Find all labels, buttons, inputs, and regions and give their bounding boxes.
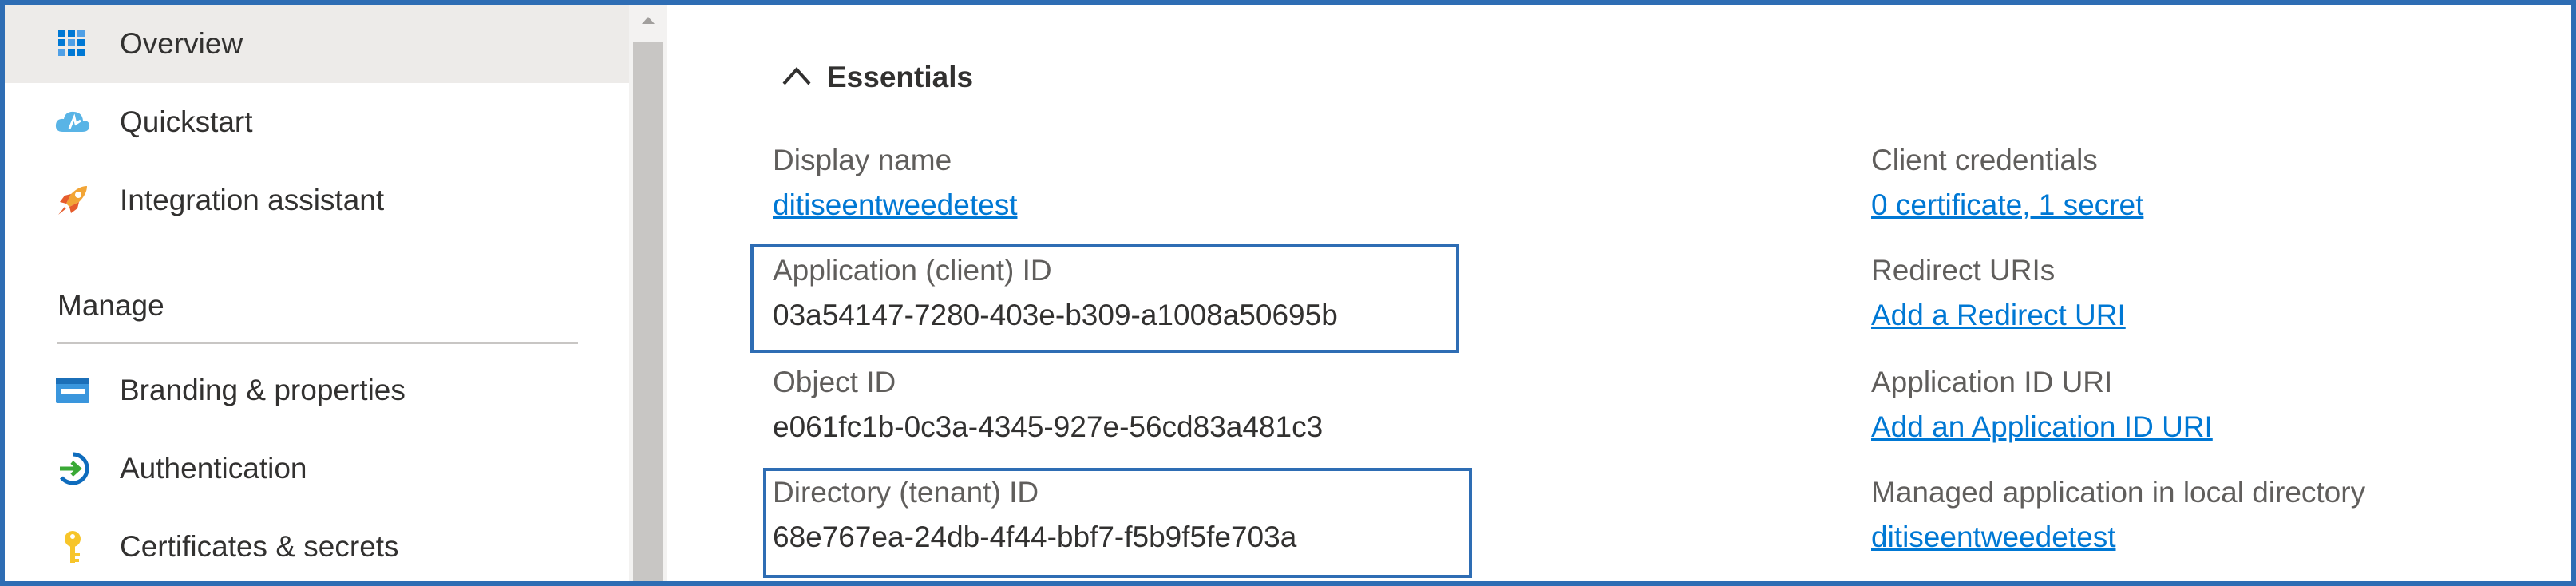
redirect-uris-link[interactable]: Add a Redirect URI — [1871, 299, 2126, 332]
section-divider — [57, 342, 578, 344]
object-id-value[interactable]: e061fc1b-0c3a-4345-927e-56cd83a481c3 — [773, 410, 1323, 444]
sidebar-item-label: Integration assistant — [120, 184, 385, 216]
scroll-up-arrow-icon[interactable] — [629, 5, 667, 35]
sidebar-item-overview[interactable]: Overview — [5, 5, 629, 83]
sidebar-item-label: Branding & properties — [120, 374, 406, 406]
authentication-icon — [53, 449, 93, 489]
tenant-id-label: Directory (tenant) ID — [773, 476, 1039, 509]
scrollbar-thumb[interactable] — [633, 42, 663, 581]
application-id-uri-label: Application ID URI — [1871, 366, 2113, 398]
client-id-value[interactable]: 03a54147-7280-403e-b309-a1008a50695b — [773, 299, 1338, 332]
sidebar-item-label: Certificates & secrets — [120, 530, 399, 563]
essentials-toggle[interactable]: Essentials — [781, 61, 973, 94]
managed-application-label: Managed application in local directory — [1871, 476, 2366, 509]
tenant-id-value[interactable]: 68e767ea-24db-4f44-bbf7-f5b9f5fe703a — [773, 521, 1296, 554]
key-icon — [53, 527, 93, 567]
client-credentials-link[interactable]: 0 certificate, 1 secret — [1871, 188, 2143, 222]
object-id-label: Object ID — [773, 366, 896, 398]
sidebar-item-label: Quickstart — [120, 105, 253, 138]
chevron-up-icon — [781, 65, 813, 91]
sidebar-item-branding-properties[interactable]: Branding & properties — [5, 351, 629, 430]
application-id-uri-link[interactable]: Add an Application ID URI — [1871, 410, 2213, 444]
overview-grid-icon — [53, 24, 93, 64]
redirect-uris-label: Redirect URIs — [1871, 254, 2056, 287]
rocket-icon — [53, 180, 93, 220]
branding-card-icon — [53, 370, 93, 410]
quickstart-cloud-icon — [53, 102, 93, 142]
sidebar-item-certificates-secrets[interactable]: Certificates & secrets — [5, 508, 629, 581]
sidebar-item-label: Authentication — [120, 452, 307, 485]
managed-application-link[interactable]: ditiseentweedetest — [1871, 521, 2115, 554]
sidebar-item-quickstart[interactable]: Quickstart — [5, 83, 629, 161]
client-id-label: Application (client) ID — [773, 254, 1052, 287]
essentials-panel: Essentials Display name ditiseentweedete… — [667, 5, 2571, 581]
sidebar: Overview Quickstart Integration assistan… — [5, 5, 629, 581]
sidebar-item-authentication[interactable]: Authentication — [5, 430, 629, 508]
client-credentials-label: Client credentials — [1871, 144, 2098, 176]
essentials-title: Essentials — [827, 61, 974, 93]
sidebar-item-integration-assistant[interactable]: Integration assistant — [5, 161, 629, 240]
display-name-label: Display name — [773, 144, 952, 176]
sidebar-item-label: Overview — [120, 27, 243, 60]
sidebar-scrollbar[interactable] — [629, 5, 667, 581]
display-name-link[interactable]: ditiseentweedetest — [773, 188, 1017, 222]
manage-heading: Manage — [57, 289, 164, 322]
